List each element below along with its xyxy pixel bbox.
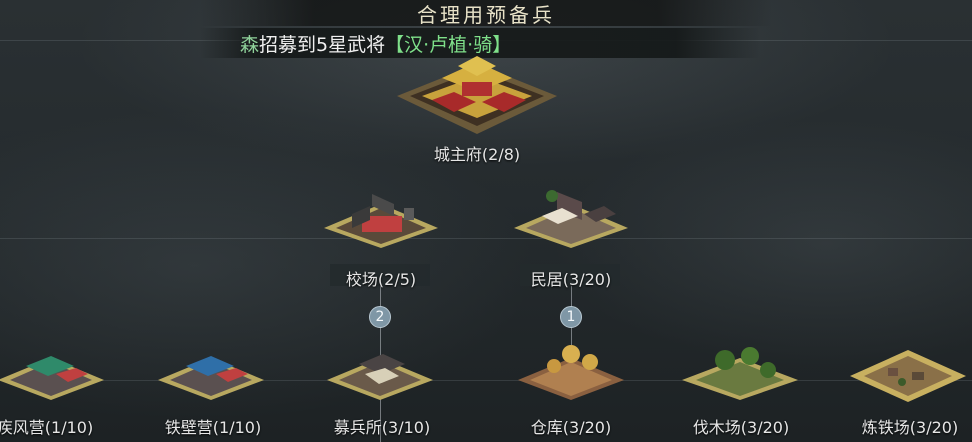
smelter-label: 炼铁场(3/20) — [850, 414, 970, 438]
smelter-level: (3/20) — [909, 418, 959, 437]
iron-wall-camp-level: (1/10) — [212, 418, 262, 437]
swift-camp-name: 疾风营 — [0, 418, 45, 437]
storage-name: 仓库 — [530, 418, 563, 437]
recruitment-office-label: 募兵所(3/10) — [325, 414, 439, 438]
announcement-message: 招募到5星武将 — [259, 33, 386, 56]
building-smelter[interactable] — [848, 346, 968, 402]
drill-ground-label: 校场(2/5) — [322, 266, 440, 290]
smelter-name: 炼铁场 — [861, 418, 910, 437]
hero-name: 【汉·卢植·骑】 — [385, 33, 512, 56]
iron-wall-camp-name: 铁壁营 — [164, 418, 213, 437]
palace-name: 城主府 — [433, 145, 482, 164]
tier-divider — [0, 238, 972, 239]
drill-ground-name: 校场 — [345, 270, 378, 289]
swift-camp-level: (1/10) — [44, 418, 94, 437]
house-label: 民居(3/20) — [512, 266, 630, 290]
storage-level: (3/20) — [562, 418, 612, 437]
unlock-count-badge: 1 — [560, 306, 582, 328]
swift-camp-label: 疾风营(1/10) — [0, 414, 100, 438]
palace-icon — [397, 56, 557, 134]
lumber-mill-icon — [682, 347, 798, 400]
lumber-mill-label: 伐木场(3/20) — [684, 414, 798, 438]
building-tree-screen: 合理用预备兵 森 招募到5星武将 【汉·卢植·骑】 城主府(2/8) 校场(2/… — [0, 0, 972, 442]
house-name: 民居 — [530, 270, 563, 289]
recruitment-office-icon — [327, 354, 433, 400]
palace-level: (2/8) — [481, 145, 521, 164]
recruitment-office-name: 募兵所 — [333, 418, 382, 437]
palace-label: 城主府(2/8) — [420, 141, 534, 165]
building-drill-ground[interactable] — [322, 186, 440, 248]
drill-ground-icon — [324, 194, 438, 248]
iron-wall-camp-icon — [158, 356, 264, 400]
unlock-count-badge: 2 — [369, 306, 391, 328]
lumber-mill-name: 伐木场 — [692, 418, 741, 437]
tier-divider — [0, 380, 972, 381]
storage-icon — [518, 345, 624, 400]
drill-ground-level: (2/5) — [377, 270, 417, 289]
player-name: 森 — [240, 33, 260, 56]
smelter-icon — [850, 350, 966, 402]
house-icon — [514, 190, 628, 248]
building-palace[interactable] — [392, 56, 562, 138]
recruitment-office-level: (3/10) — [381, 418, 431, 437]
building-storage[interactable] — [516, 340, 626, 400]
iron-wall-camp-label: 铁壁营(1/10) — [156, 414, 270, 438]
lumber-mill-level: (3/20) — [740, 418, 790, 437]
quest-title: 合理用预备兵 — [417, 2, 555, 27]
building-recruitment-office[interactable] — [325, 344, 435, 400]
building-swift-camp[interactable] — [0, 344, 106, 400]
quest-title-bar: 合理用预备兵 — [200, 0, 772, 27]
building-lumber-mill[interactable] — [680, 340, 800, 400]
recruit-announcement: 森 招募到5星武将 【汉·卢植·骑】 — [200, 28, 760, 58]
storage-label: 仓库(3/20) — [514, 414, 628, 438]
swift-camp-icon — [0, 356, 104, 400]
house-level: (3/20) — [562, 270, 612, 289]
building-house[interactable] — [512, 186, 630, 248]
building-iron-wall-camp[interactable] — [156, 344, 266, 400]
